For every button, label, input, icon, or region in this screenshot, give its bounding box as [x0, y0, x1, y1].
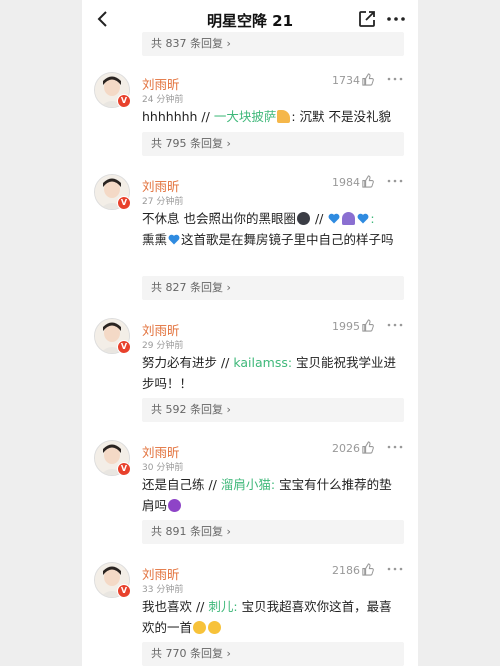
verified-badge-icon: V: [117, 196, 131, 210]
verified-badge-icon: V: [117, 340, 131, 354]
comment-author[interactable]: 刘雨昕: [142, 564, 180, 583]
mention-link[interactable]: :: [370, 211, 374, 226]
reply-count-label: 共 795 条回复 ›: [151, 137, 231, 150]
comment-time: 33 分钟前: [142, 585, 184, 595]
mention-link[interactable]: 刺儿:: [208, 599, 237, 614]
umbrella-rain-emoji-icon: [342, 212, 356, 225]
thumbs-up-icon[interactable]: [361, 441, 374, 454]
comment-text-part: : 沉默 不是没礼貌: [291, 109, 392, 124]
smiling-devil-emoji-icon: [168, 499, 182, 512]
like-count: 2186: [332, 564, 360, 577]
comment-text-part: hhhhhhh //: [142, 109, 214, 124]
verified-badge-icon: V: [117, 462, 131, 476]
blue-heart-emoji-icon: [168, 234, 180, 245]
like-count: 1984: [332, 176, 360, 189]
phone-screen: 明星空降 21 共 837 条回复 › V 刘雨昕 24 分钟前 1734 hh…: [82, 0, 418, 666]
comment-author[interactable]: 刘雨昕: [142, 74, 180, 93]
comment-text: 还是自己练 // 溜肩小猫: 宝宝有什么推荐的垫肩吗: [142, 474, 404, 516]
more-icon[interactable]: [386, 73, 404, 85]
more-icon[interactable]: [386, 563, 404, 575]
reply-count-bar[interactable]: 共 795 条回复 ›: [142, 132, 404, 156]
comment-time: 29 分钟前: [142, 341, 184, 351]
comment-text-part: 这首歌是在舞房镜子里中自己的样子吗: [181, 232, 394, 247]
like-count: 1734: [332, 74, 360, 87]
comment-author[interactable]: 刘雨昕: [142, 176, 180, 195]
verified-badge-icon: V: [117, 94, 131, 108]
mention-link[interactable]: 一大块披萨: [214, 109, 277, 124]
reply-count-label: 共 837 条回复 ›: [151, 37, 231, 50]
reply-count-bar[interactable]: 共 827 条回复 ›: [142, 276, 404, 300]
reply-count-bar[interactable]: 共 592 条回复 ›: [142, 398, 404, 422]
thumbs-up-icon[interactable]: [361, 175, 374, 188]
comment-text-part: 努力必有进步 //: [142, 355, 234, 370]
comment-text: 努力必有进步 // kailamss: 宝贝能祝我学业进步吗！！: [142, 352, 404, 394]
heart-eyes-emoji-icon: [193, 621, 207, 634]
thumbs-up-icon[interactable]: [361, 563, 374, 576]
share-icon[interactable]: [358, 10, 376, 28]
comment-text-part: //: [310, 211, 328, 226]
comment-time: 24 分钟前: [142, 95, 184, 105]
heart-eyes-emoji-icon: [208, 621, 222, 634]
pizza-emoji-icon: [277, 110, 291, 123]
blue-heart-emoji-icon: [357, 213, 369, 224]
comment-text-part: 我也喜欢 //: [142, 599, 209, 614]
comment-time: 27 分钟前: [142, 197, 184, 207]
like-count: 1995: [332, 320, 360, 333]
verified-badge-icon: V: [117, 584, 131, 598]
comment-text: 我也喜欢 // 刺儿: 宝贝我超喜欢你这首，最喜欢的一首: [142, 596, 404, 638]
reply-count-label: 共 770 条回复 ›: [151, 647, 231, 660]
reply-count-label: 共 592 条回复 ›: [151, 403, 231, 416]
comment-author[interactable]: 刘雨昕: [142, 442, 180, 461]
more-icon[interactable]: [386, 175, 404, 187]
full-moon-face-emoji-icon: [296, 212, 310, 225]
comment-author[interactable]: 刘雨昕: [142, 320, 180, 339]
mention-link[interactable]: 溜肩小猫:: [221, 477, 275, 492]
comment-text: hhhhhhh // 一大块披萨 : 沉默 不是没礼貌: [142, 106, 404, 127]
thumbs-up-icon[interactable]: [361, 73, 374, 86]
more-icon[interactable]: [386, 441, 404, 453]
comment-text-part: 还是自己练 //: [142, 477, 221, 492]
comment-text-part: 熏熏: [142, 232, 168, 247]
reply-count-label: 共 827 条回复 ›: [151, 281, 231, 294]
blue-heart-emoji-icon: [328, 213, 340, 224]
comment-text-part: 不休息 也会照出你的黑眼圈: [142, 211, 296, 226]
reply-count-bar[interactable]: 共 770 条回复 ›: [142, 642, 404, 666]
more-icon[interactable]: [386, 10, 406, 28]
comment-text: 不休息 也会照出你的黑眼圈 // : 熏熏 这首歌是在舞房镜子里中自己的样子吗: [142, 208, 404, 250]
reply-count-bar[interactable]: 共 891 条回复 ›: [142, 520, 404, 544]
like-count: 2026: [332, 442, 360, 455]
thumbs-up-icon[interactable]: [361, 319, 374, 332]
more-icon[interactable]: [386, 319, 404, 331]
comment-time: 30 分钟前: [142, 463, 184, 473]
mention-link[interactable]: kailamss:: [233, 355, 292, 370]
reply-count-label: 共 891 条回复 ›: [151, 525, 231, 538]
reply-count-bar[interactable]: 共 837 条回复 ›: [142, 32, 404, 56]
